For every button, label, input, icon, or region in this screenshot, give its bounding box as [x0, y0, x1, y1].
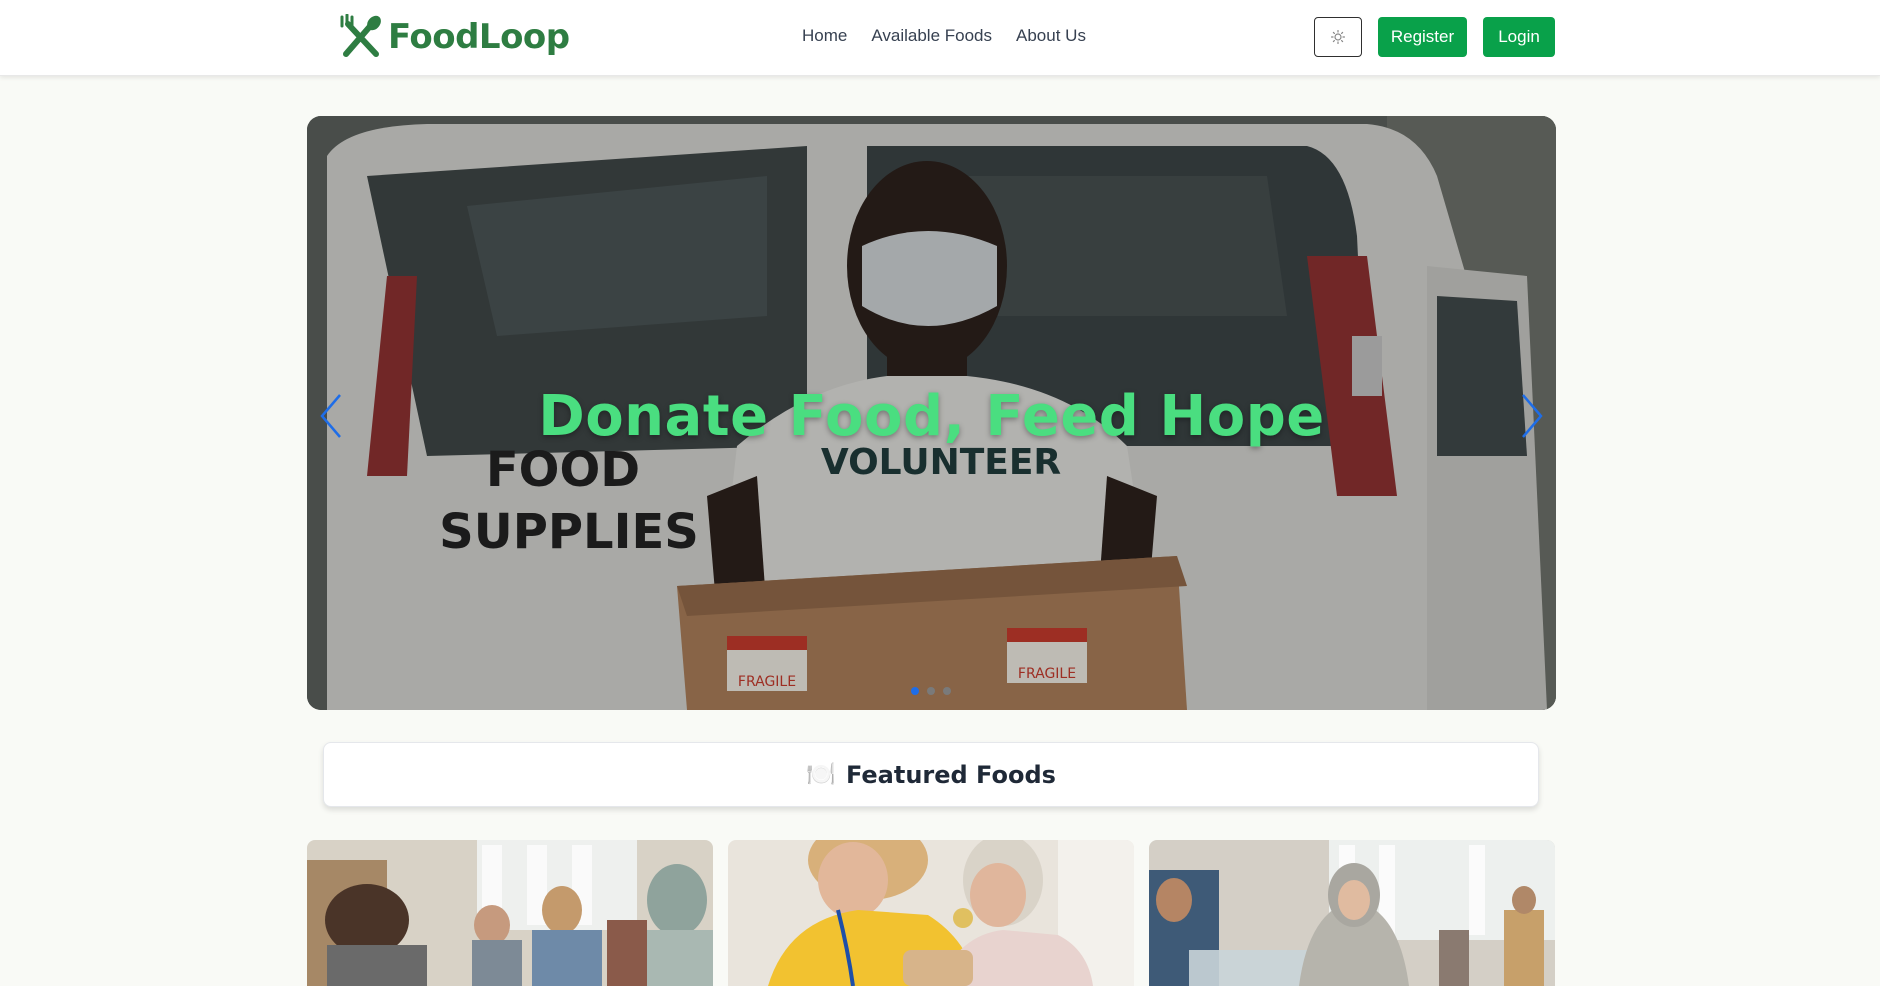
food-card-image [307, 840, 713, 986]
logo[interactable]: FoodLoop [338, 12, 570, 62]
food-card-image [728, 840, 1134, 986]
food-card-image [1149, 840, 1555, 986]
login-button[interactable]: Login [1483, 17, 1555, 57]
chevron-right-icon [1522, 394, 1543, 438]
carousel-next-button[interactable] [1512, 386, 1552, 446]
food-card[interactable] [1149, 840, 1555, 986]
theme-toggle-button[interactable] [1314, 17, 1362, 57]
navbar: FoodLoop Home Available Foods About Us R… [0, 0, 1880, 76]
carousel-dot-3[interactable] [943, 687, 951, 695]
carousel-dot-1[interactable] [911, 687, 919, 695]
carousel-prev-button[interactable] [311, 386, 351, 446]
register-button[interactable]: Register [1378, 17, 1467, 57]
carousel-pagination [911, 687, 951, 695]
food-card[interactable] [307, 840, 713, 986]
nav-links: Home Available Foods About Us [802, 26, 1086, 46]
plate-icon: 🍽️ [806, 761, 836, 788]
fork-knife-icon [340, 14, 381, 57]
featured-foods-header: 🍽️ Featured Foods [323, 742, 1539, 807]
chevron-left-icon [320, 394, 341, 438]
sun-icon [1331, 30, 1345, 44]
food-card[interactable] [728, 840, 1134, 986]
nav-link-about-us[interactable]: About Us [1016, 26, 1086, 46]
hero-title: Donate Food, Feed Hope [538, 384, 1325, 449]
hero-carousel: FOOD SUPPLIES VOLUNTEER FRAGILE FRAGILE … [307, 116, 1556, 710]
nav-link-available-foods[interactable]: Available Foods [871, 26, 992, 46]
featured-foods-title: Featured Foods [845, 760, 1056, 789]
carousel-dot-2[interactable] [927, 687, 935, 695]
logo-text: FoodLoop [388, 17, 570, 57]
nav-link-home[interactable]: Home [802, 26, 847, 46]
